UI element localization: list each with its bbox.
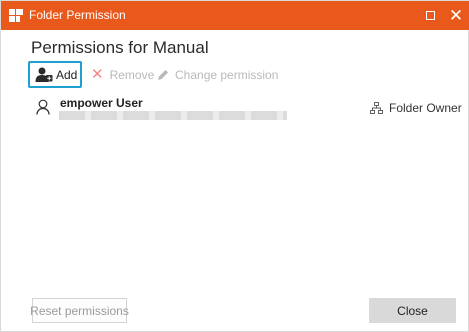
change-permission-label: Change permission: [175, 67, 279, 82]
dialog-heading: Permissions for Manual: [31, 38, 209, 57]
role-label: Folder Owner: [370, 101, 462, 115]
remove-button-label: Remove: [109, 67, 155, 82]
change-permission-button[interactable]: Change permission: [157, 61, 278, 88]
user-name: empower User: [60, 96, 143, 110]
title-bar[interactable]: Folder Permission ✕: [1, 1, 469, 30]
folder-permission-window: Folder Permission ✕ Permissions for Manu…: [0, 0, 469, 332]
hierarchy-icon: [370, 102, 383, 114]
redacted-user-detail: [59, 111, 287, 120]
role-text: Folder Owner: [389, 101, 462, 115]
person-icon: [36, 99, 50, 115]
maximize-icon: [425, 11, 435, 20]
close-button[interactable]: Close: [369, 298, 456, 323]
close-icon: ✕: [448, 6, 464, 25]
app-logo-icon: [9, 9, 23, 22]
add-button-label: Add: [56, 67, 78, 82]
reset-permissions-button[interactable]: Reset permissions: [30, 298, 129, 323]
x-icon: ✕: [91, 66, 104, 83]
add-user-icon: [35, 67, 53, 82]
remove-button[interactable]: ✕ Remove: [91, 61, 154, 88]
pencil-icon: [158, 69, 168, 80]
window-close-button[interactable]: ✕: [442, 1, 469, 30]
window-title: Folder Permission: [29, 8, 126, 22]
maximize-button[interactable]: [416, 1, 444, 30]
add-button[interactable]: Add: [28, 61, 82, 88]
permission-row[interactable]: empower User Folder Owner: [31, 93, 462, 123]
